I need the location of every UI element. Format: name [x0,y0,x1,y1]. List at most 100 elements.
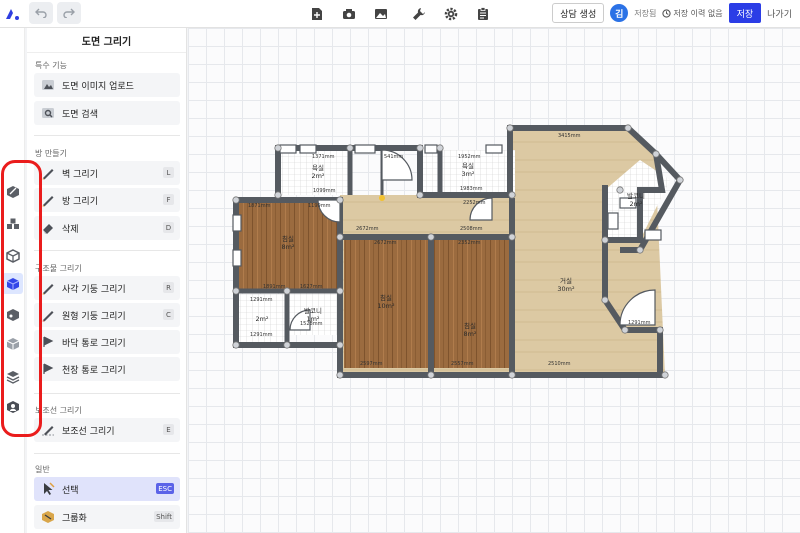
shortcut-key: L [163,167,174,178]
rail-item-material[interactable] [2,304,23,325]
cube-brush-icon [6,308,19,321]
camera-button[interactable] [338,3,360,25]
dimension-label: 1952mm [458,154,481,160]
redo-button[interactable] [57,2,81,24]
app-logo[interactable] [0,0,24,28]
drawing-canvas[interactable]: 침실 8m² 욕실 2m² 욕실 3m² 침실 10m² 침실 8m² 거실 30m² 발코니 2m² 2m… [188,28,800,533]
draw-floor-path-button[interactable]: 바닥 통로 그리기 [34,330,180,354]
rail-item-objects[interactable] [2,213,23,234]
clipboard-button[interactable] [472,3,494,25]
dimension-label: 2508mm [460,226,483,232]
boxes-icon [6,218,19,229]
wall-label: 벽 그리기 [62,169,98,180]
draw-ceiling-path-button[interactable]: 천장 통로 그리기 [34,357,180,381]
cube-filled-icon [6,277,19,290]
section-special: 특수 기능 [35,61,67,70]
draw-panel: 도면 그리기 특수 기능 도면 이미지 업로드 도면 검색 방 만들기 벽 그리… [27,28,187,533]
section-general: 일반 [35,465,50,474]
group-tool-button[interactable]: 그룹화 Shift [34,505,180,529]
rail-item-user[interactable] [2,396,23,417]
divider [34,135,180,136]
guide-line-label: 보조선 그리기 [62,426,115,437]
draw-round-column-button[interactable]: 원형 기둥 그리기 C [34,303,180,327]
dimension-label: 541mm [384,154,404,160]
dimension-label: 2557mm [451,361,474,367]
layers-icon [6,370,19,384]
shortcut-key: E [163,424,174,435]
rail-item-layers[interactable] [2,366,23,387]
clipboard-icon [478,7,488,20]
wall-pencil-icon [40,165,56,181]
create-consultation-button[interactable]: 상담 생성 [552,3,605,23]
select-label: 선택 [62,485,79,496]
rail-item-floorplan[interactable] [2,181,23,202]
exit-button[interactable]: 나가기 [767,7,792,20]
settings-button[interactable] [440,3,462,25]
image-button[interactable] [370,3,392,25]
dimension-label: 2672mm [374,240,397,246]
dimension-label: 1983mm [460,186,483,192]
bedroom-3-floor[interactable] [434,240,510,368]
room-label: 2m² [255,315,269,323]
cursor-icon [40,481,56,497]
upload-floorplan-button[interactable]: 도면 이미지 업로드 [34,73,180,97]
group-icon [40,509,56,525]
rail-item-model[interactable] [2,333,23,354]
divider [34,453,180,454]
delete-label: 삭제 [62,224,79,235]
draw-rect-column-button[interactable]: 사각 기둥 그리기 R [34,276,180,300]
draw-wall-button[interactable]: 벽 그리기 L [34,161,180,185]
divider [34,250,180,251]
cursor-node[interactable] [379,195,385,201]
floorplan[interactable] [188,28,800,533]
panel-title: 도면 그리기 [27,28,186,53]
shortcut-key: F [163,194,174,205]
round-column-pencil-icon [40,307,56,323]
cube-icon [5,248,20,263]
room-label: 침실 8m² [463,322,477,338]
save-history-button[interactable]: 저장 이력 없음 [662,8,723,19]
left-icon-rail [0,28,25,533]
upload-label: 도면 이미지 업로드 [62,81,134,92]
dimension-label: 1371mm [312,154,335,160]
save-status: 저장됨 [634,8,657,18]
dimension-label: 2510mm [548,361,571,367]
user-avatar[interactable]: 김 [610,4,629,22]
save-button[interactable]: 저장 [728,3,762,23]
rect-column-pencil-icon [40,280,56,296]
add-file-button[interactable] [306,3,328,25]
dimension-label: 2672mm [356,226,379,232]
floor-path-label: 바닥 통로 그리기 [62,338,126,349]
upload-image-icon [40,77,56,93]
camera-icon [343,9,355,19]
dimension-label: 1199mm [308,203,331,209]
round-column-label: 원형 기둥 그리기 [62,311,126,322]
dimension-label: 1291mm [250,297,273,303]
rail-item-draw[interactable] [2,273,23,294]
rect-column-label: 사각 기둥 그리기 [62,284,126,295]
gear-icon [444,7,458,21]
dimension-label: 3415mm [558,133,581,139]
undo-button[interactable] [29,2,53,24]
delete-button[interactable]: 삭제 D [34,216,180,240]
search-floorplan-button[interactable]: 도면 검색 [34,101,180,125]
select-tool-button[interactable]: 선택 ESC [34,477,180,501]
tools-button[interactable] [408,3,430,25]
room-label: 거실 30m² [557,277,575,293]
draw-guide-line-button[interactable]: 보조선 그리기 E [34,418,180,442]
shortcut-key: D [163,222,174,233]
cube-outline-icon [6,337,19,350]
rail-item-3d[interactable] [2,245,23,266]
group-label: 그룹화 [62,513,87,524]
dimension-label: 1627mm [300,284,323,290]
dimension-label: 1891mm [263,284,286,290]
dimension-label: 1099mm [313,188,336,194]
draw-room-button[interactable]: 방 그리기 F [34,188,180,212]
dimension-label: 2252mm [463,200,486,206]
save-history-label: 저장 이력 없음 [673,8,723,18]
guide-line-icon [40,422,56,438]
dimension-label: 1871mm [248,203,271,209]
room-pencil-icon [40,192,56,208]
shortcut-key: Shift [154,511,174,522]
room-label: 방 그리기 [62,196,98,207]
